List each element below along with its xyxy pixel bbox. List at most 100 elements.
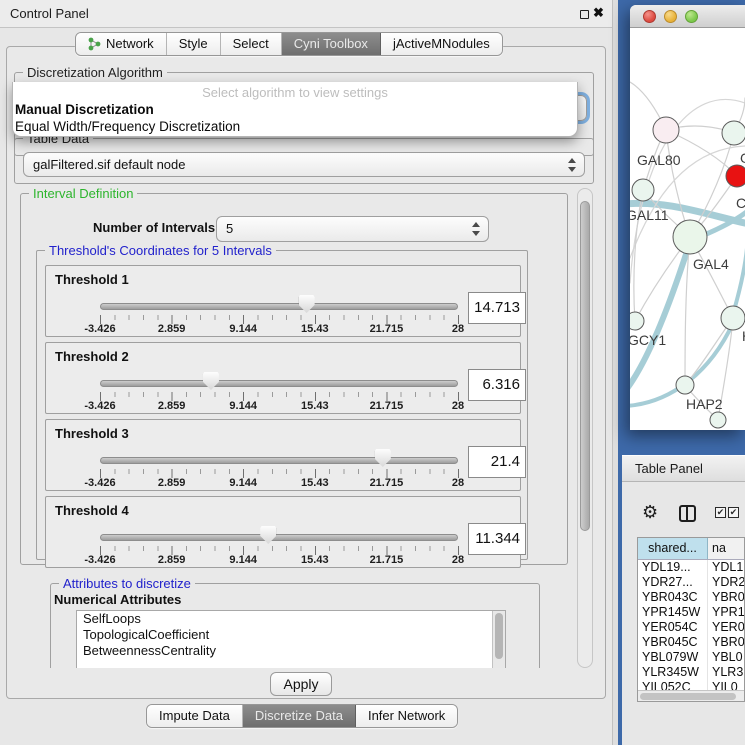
settings-scrollbar[interactable] [577,188,593,668]
node-label: GCY1 [630,332,666,348]
close-icon[interactable]: ✖ [593,5,604,21]
tab-infer-network[interactable]: Infer Network [356,705,457,727]
table-cell[interactable]: YPR1 [708,605,744,620]
network-node[interactable] [673,220,707,254]
table-row[interactable]: YPR145WYPR1 [638,605,744,620]
tick-label: 28 [452,400,464,412]
network-node[interactable] [632,179,654,201]
checkbox-icon[interactable]: ✔ [715,507,726,518]
table-cell[interactable]: YDL1 [708,560,744,575]
table-data-group: Table Data galFiltered.sif default node [14,138,594,184]
tab-jactivemnodules[interactable]: jActiveMNodules [381,33,502,55]
number-of-intervals-combobox[interactable]: 5 [216,216,489,242]
attribute-list-item[interactable]: SelfLoops [77,611,505,627]
gear-icon[interactable]: ⚙ [642,503,658,521]
close-traffic-light[interactable] [643,10,656,23]
network-view-window: GAL80GACGAL11GAL4GCY1HHAP2 [630,5,745,430]
tab-style[interactable]: Style [167,33,221,55]
attribute-list-item[interactable]: TopologicalCoefficient [77,627,505,643]
table-row[interactable]: YDL19...YDL1 [638,560,744,575]
edge [733,248,745,314]
table-cell[interactable]: YPR145W [638,605,708,620]
network-node[interactable] [676,376,694,394]
table-cell[interactable]: YBR045C [638,635,708,650]
control-panel-titlebar: Control Panel ✖ [0,0,612,28]
slider-thumb[interactable] [203,372,219,390]
tab-discretize-data[interactable]: Discretize Data [243,705,356,727]
network-node[interactable] [710,412,726,428]
minimize-traffic-light[interactable] [664,10,677,23]
threshold-value-field[interactable]: 21.4 [468,446,526,478]
node-label: GAL4 [693,256,729,272]
scrollbar-thumb[interactable] [580,201,590,531]
network-node[interactable] [653,117,679,143]
network-node[interactable] [726,165,745,187]
table-cell[interactable]: YDR2 [708,575,744,590]
table-cell[interactable]: YLR3 [708,665,744,680]
tick-label: -3.426 [84,400,115,412]
zoom-traffic-light[interactable] [685,10,698,23]
settings-scroll-viewport: Interval Definition Number of Intervals … [13,188,575,668]
attributes-scrollbar[interactable] [492,611,505,668]
attribute-items: SelfLoopsTopologicalCoefficientBetweenne… [77,611,505,659]
attribute-list-item[interactable]: BetweennessCentrality [77,643,505,659]
numerical-attributes-list[interactable]: SelfLoopsTopologicalCoefficientBetweenne… [76,610,506,668]
threshold-value-field[interactable]: 14.713 [468,292,526,324]
table-panel: Table Panel ⚙ ✔ ✔ shared... na YDL19...Y… [622,455,745,745]
threshold-value-field[interactable]: 6.316 [468,369,526,401]
tab-label: Style [179,33,208,55]
control-panel: Control Panel ✖ Network Style Select Cyn… [0,0,612,745]
table-cell[interactable]: YBR0 [708,590,744,605]
tab-impute-data[interactable]: Impute Data [147,705,243,727]
table-row[interactable]: YER054CYER0 [638,620,744,635]
column-layout-icon[interactable] [679,505,696,522]
table-cell[interactable]: YBL0 [708,650,744,665]
table-cell[interactable]: YER0 [708,620,744,635]
tab-label: Discretize Data [255,705,343,727]
table-horizontal-scrollbar[interactable] [638,690,744,701]
table-cell[interactable]: YDR27... [638,575,708,590]
table-cell[interactable]: YBR043C [638,590,708,605]
network-node[interactable] [721,306,745,330]
node-attribute-table[interactable]: shared... na YDL19...YDL1YDR27...YDR2YBR… [637,537,745,702]
popup-option-equal-width-frequency[interactable]: Equal Width/Frequency Discretization [15,119,240,134]
slider-thumb[interactable] [375,449,391,467]
tab-network[interactable]: Network [76,33,167,55]
table-data-combobox[interactable]: galFiltered.sif default node [23,152,585,177]
table-row[interactable]: YLR345WYLR3 [638,665,744,680]
table-cell[interactable]: YBL079W [638,650,708,665]
group-label: Interval Definition [29,188,137,201]
tab-select[interactable]: Select [221,33,282,55]
table-row[interactable]: YDR27...YDR2 [638,575,744,590]
network-window-titlebar[interactable] [630,5,745,28]
tab-cyni-toolbox[interactable]: Cyni Toolbox [282,33,381,55]
table-row[interactable]: YBR043CYBR0 [638,590,744,605]
float-window-icon[interactable] [580,10,589,19]
slider-track[interactable] [100,534,458,541]
threshold-value-field[interactable]: 11.344 [468,523,526,555]
slider-thumb[interactable] [260,526,276,544]
network-canvas[interactable]: GAL80GACGAL11GAL4GCY1HHAP2 [630,28,745,430]
slider-track[interactable] [100,380,458,387]
column-header-shared-name[interactable]: shared... [638,538,708,559]
table-row[interactable]: YBR045CYBR0 [638,635,744,650]
apply-button[interactable]: Apply [270,672,332,696]
table-row[interactable]: YBL079WYBL0 [638,650,744,665]
network-node[interactable] [630,312,644,330]
table-cell[interactable]: YBR0 [708,635,744,650]
column-header-name[interactable]: na [708,538,744,559]
network-node[interactable] [722,121,745,145]
combo-stepper-icon [567,157,576,173]
table-cell[interactable]: YLR345W [638,665,708,680]
scrollbar-thumb[interactable] [640,693,736,700]
slider-track[interactable] [100,457,458,464]
checkbox-icon[interactable]: ✔ [728,507,739,518]
popup-option-manual-discretization[interactable]: Manual Discretization [15,102,154,117]
tab-label: Cyni Toolbox [294,33,368,55]
scrollbar-thumb[interactable] [495,613,503,659]
table-cell[interactable]: YER054C [638,620,708,635]
slider-thumb[interactable] [299,295,315,313]
table-cell[interactable]: YDL19... [638,560,708,575]
threshold-label: Threshold 4 [55,503,129,518]
slider-track[interactable] [100,303,458,310]
